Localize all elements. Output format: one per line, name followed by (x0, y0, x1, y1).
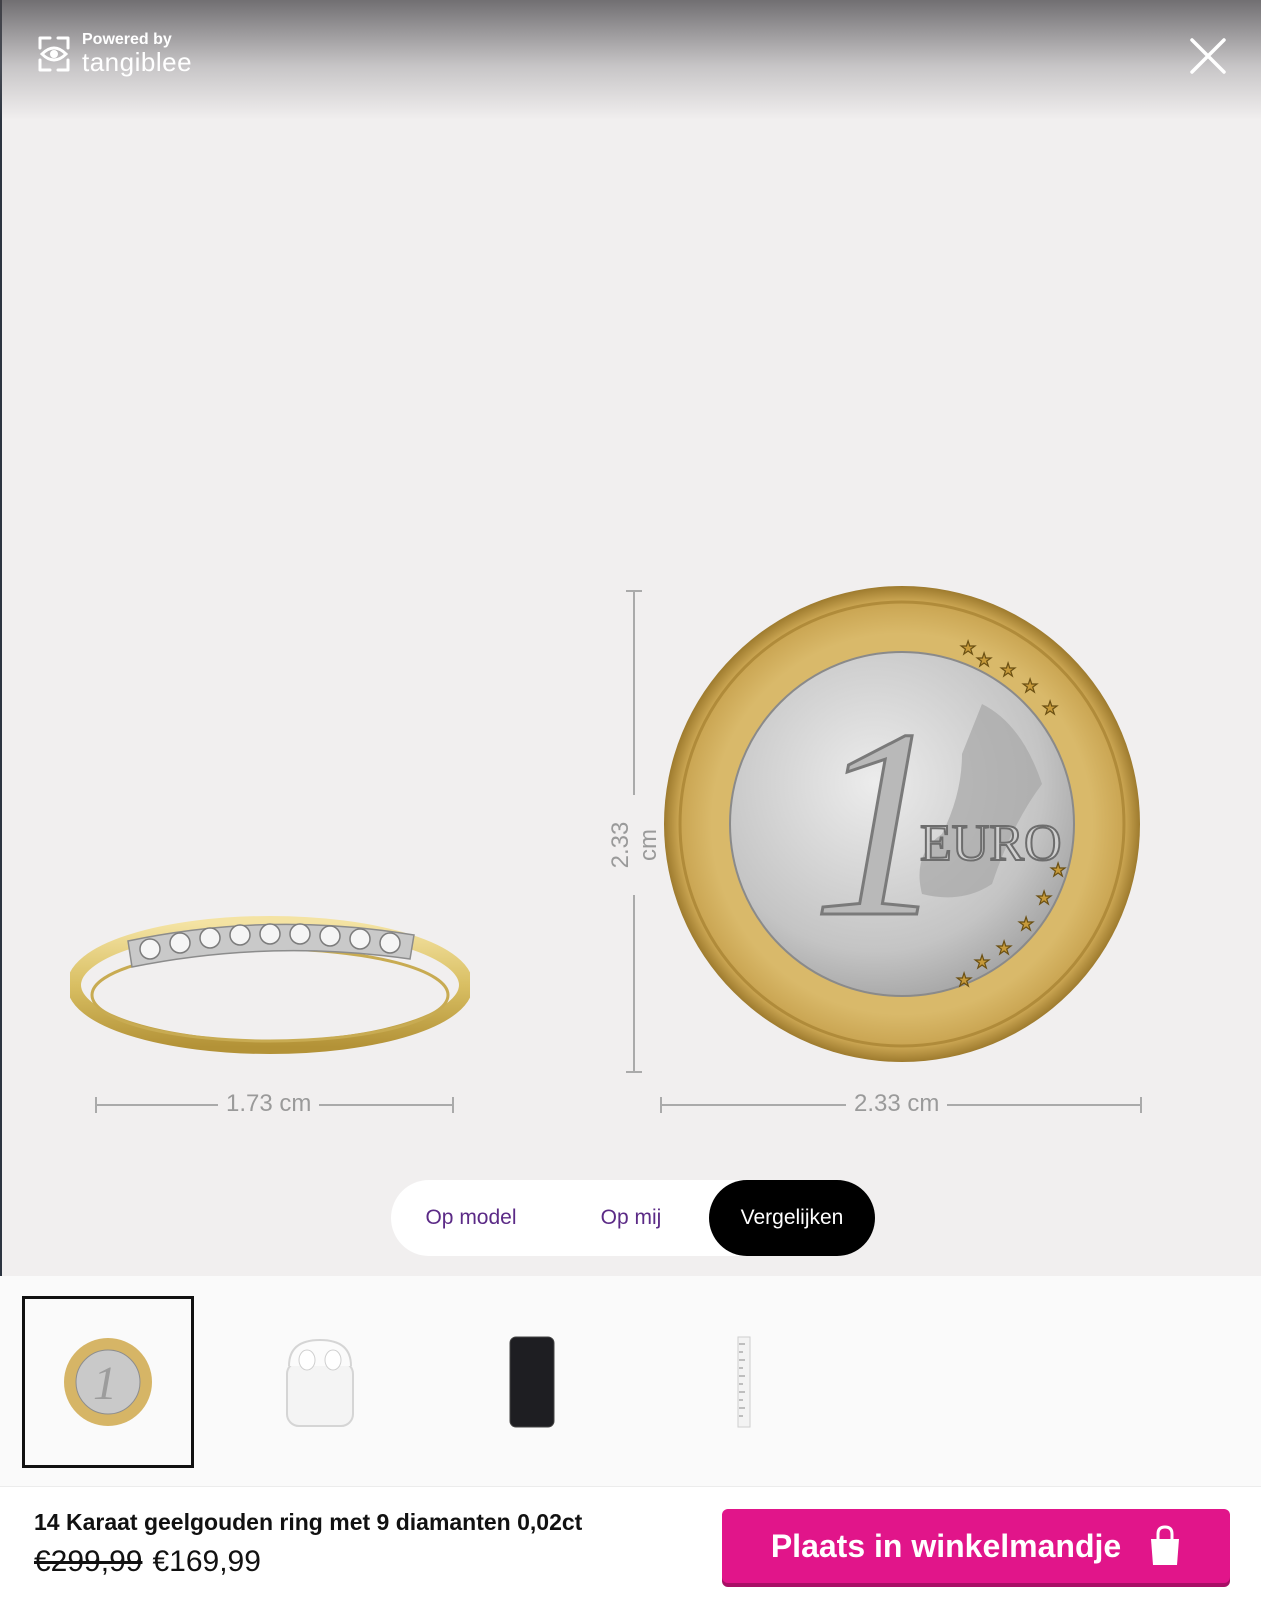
svg-text:★: ★ (960, 638, 976, 659)
coin-euro-text: EURO (920, 815, 1062, 872)
thumbnail-earbuds-case[interactable] (234, 1296, 406, 1468)
coin-height-tick-top (626, 590, 642, 592)
tab-op-model[interactable]: Op model (391, 1180, 551, 1256)
svg-text:★: ★ (976, 650, 992, 671)
coin-height-tick-bottom (626, 1071, 642, 1073)
svg-text:★: ★ (974, 952, 990, 973)
coin-width-label: 2.33 cm (846, 1090, 948, 1118)
tab-op-mij[interactable]: Op mij (551, 1180, 711, 1256)
svg-text:1: 1 (93, 1357, 117, 1410)
ruler-icon (737, 1336, 751, 1428)
ring-width-tick-right (452, 1097, 454, 1113)
brand-name: tangiblee (82, 47, 193, 77)
ring-width-tick-left (95, 1097, 97, 1113)
svg-text:★: ★ (1000, 660, 1016, 681)
product-footer: 14 Karaat geelgouden ring met 9 diamante… (0, 1486, 1261, 1598)
ring-image (70, 916, 470, 1054)
comparison-thumbnails: 1 (0, 1276, 1261, 1486)
coin-width-tick-left (660, 1097, 662, 1113)
powered-by-label: Powered by (82, 31, 172, 48)
thumbnail-smartphone[interactable] (446, 1296, 618, 1468)
view-mode-tabs: Op model Op mij Vergelijken (391, 1180, 875, 1256)
tangiblee-branding: Powered by tangiblee (34, 32, 192, 75)
svg-text:★: ★ (1036, 888, 1052, 909)
thumbnail-euro-coin[interactable]: 1 (22, 1296, 194, 1468)
coin-width-tick-right (1140, 1097, 1142, 1113)
viewer-edge (0, 0, 2, 1276)
svg-text:★: ★ (1050, 860, 1066, 881)
add-to-cart-button[interactable]: Plaats in winkelmandje (722, 1509, 1230, 1583)
euro-coin-icon: 1 (64, 1338, 152, 1426)
svg-text:★: ★ (1042, 698, 1058, 719)
earbuds-case-icon (286, 1338, 354, 1427)
ring-width-label: 1.73 cm (218, 1090, 320, 1118)
tangiblee-logo-icon (38, 36, 70, 71)
shopping-bag-icon (1151, 1525, 1180, 1565)
svg-text:★: ★ (996, 938, 1012, 959)
tab-vergelijken[interactable]: Vergelijken (709, 1180, 875, 1256)
add-to-cart-label: Plaats in winkelmandje (770, 1527, 1122, 1564)
svg-text:★: ★ (1022, 676, 1038, 697)
coin-height-label: 2.33 cm (607, 795, 663, 895)
product-viewer: Powered by tangiblee 1.73 cm 2.33 cm 1 E… (0, 0, 1261, 1276)
svg-text:★: ★ (1018, 914, 1034, 935)
price-new: €169,99 (152, 1545, 261, 1578)
price-old: €299,99 (34, 1545, 143, 1578)
thumbnail-ruler[interactable] (658, 1296, 830, 1468)
smartphone-icon (509, 1336, 555, 1428)
euro-coin-image: 1 EURO ★★ ★ ★★ ★★★ ★★★ (664, 586, 1140, 1062)
price-row: €299,99 €169,99 (34, 1545, 261, 1579)
svg-text:★: ★ (956, 970, 972, 991)
close-icon[interactable] (1188, 36, 1228, 76)
product-title: 14 Karaat geelgouden ring met 9 diamante… (34, 1509, 583, 1535)
